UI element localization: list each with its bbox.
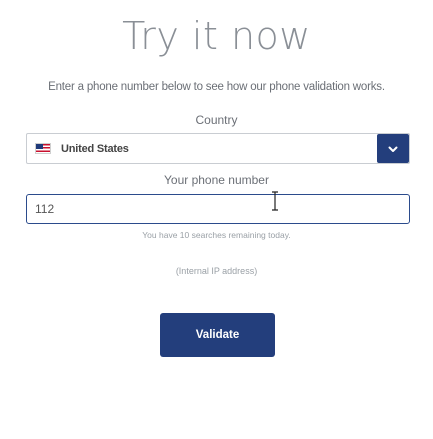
searches-remaining-text: You have 10 searches remaining today. — [142, 230, 291, 240]
phone-label: Your phone number — [164, 173, 269, 187]
chevron-down-icon — [388, 146, 398, 152]
text-cursor-icon — [272, 191, 278, 211]
phone-input[interactable] — [26, 194, 410, 224]
page-title: Try it now — [122, 14, 311, 58]
country-select-value: United States — [61, 142, 129, 155]
country-label: Country — [195, 113, 238, 127]
us-flag-icon — [35, 143, 51, 154]
country-select[interactable]: United States — [26, 133, 410, 164]
country-dropdown-button[interactable] — [377, 134, 409, 163]
validate-button[interactable]: Validate — [160, 313, 275, 357]
phone-validation-demo: Try it now Enter a phone number below to… — [0, 0, 433, 439]
ip-address-text: (Internal IP address) — [175, 266, 258, 276]
intro-text: Enter a phone number below to see how ou… — [48, 81, 385, 93]
